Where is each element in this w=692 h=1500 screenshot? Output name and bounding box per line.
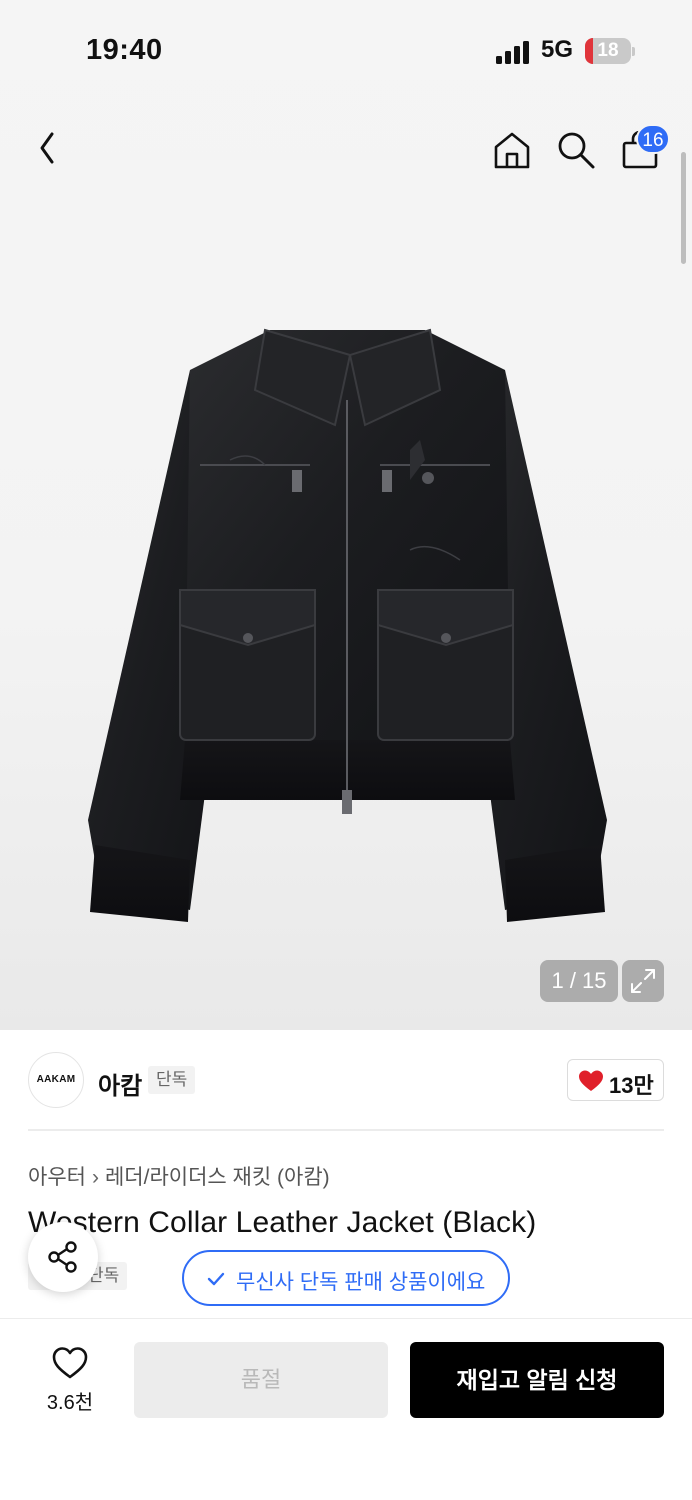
breadcrumb-item-subcategory[interactable]: 레더/라이더스 재킷 (아캄) [105, 1166, 330, 1189]
restock-alert-button[interactable]: 재입고 알림 신청 [410, 1342, 664, 1418]
battery-icon: 18 [585, 38, 631, 64]
status-bar: 19:40 5G 18 [0, 0, 692, 100]
product-title: Western Collar Leather Jacket (Black) [28, 1206, 537, 1239]
expand-button[interactable] [622, 960, 664, 1002]
share-button[interactable] [28, 1222, 98, 1292]
battery-level: 18 [597, 40, 619, 61]
brand-logo[interactable]: AAKAM [28, 1052, 84, 1108]
chevron-right-icon: › [91, 1166, 99, 1189]
check-icon [207, 1272, 225, 1286]
brand-like-button[interactable]: 13만 [567, 1059, 664, 1101]
musinsa-exclusive-text: 무신사 단독 판매 상품이에요 [236, 1271, 486, 1294]
signal-icon [496, 40, 532, 64]
brand-exclusive-badge: 단독 [148, 1066, 196, 1094]
breadcrumb-item-category[interactable]: 아우터 [28, 1166, 86, 1189]
heart-filled-icon [579, 1070, 603, 1091]
breadcrumb: 아우터 › 레더/라이더스 재킷 (아캄) [28, 1161, 330, 1191]
wishlist-count: 3.6천 [46, 1392, 94, 1414]
musinsa-exclusive-notice[interactable]: 무신사 단독 판매 상품이에요 [182, 1250, 510, 1306]
product-image-gallery[interactable]: 19:40 5G 18 16 1 / 15 [0, 0, 692, 1030]
product-image [88, 328, 607, 922]
home-icon[interactable] [492, 130, 532, 170]
brand-like-count: 13만 [609, 1073, 654, 1098]
battery-cap [632, 47, 635, 56]
scrollbar[interactable] [681, 152, 686, 264]
divider [28, 1129, 664, 1131]
brand-name[interactable]: 아캄 [98, 1066, 142, 1101]
search-icon[interactable] [556, 130, 596, 170]
network-label: 5G [541, 36, 574, 63]
heart-outline-icon [52, 1347, 88, 1379]
product-detail-page: 19:40 5G 18 16 1 / 15 AAKAM 아캄 단독 13만 아우… [0, 0, 692, 1500]
expand-icon [631, 969, 655, 993]
image-counter: 1 / 15 [540, 960, 618, 1002]
share-icon [48, 1241, 77, 1273]
cart-count-badge[interactable]: 16 [636, 124, 670, 154]
status-time: 19:40 [86, 34, 163, 66]
soldout-button: 품절 [134, 1342, 388, 1418]
back-icon[interactable] [32, 128, 68, 172]
wishlist-button[interactable]: 3.6천 [30, 1342, 110, 1422]
